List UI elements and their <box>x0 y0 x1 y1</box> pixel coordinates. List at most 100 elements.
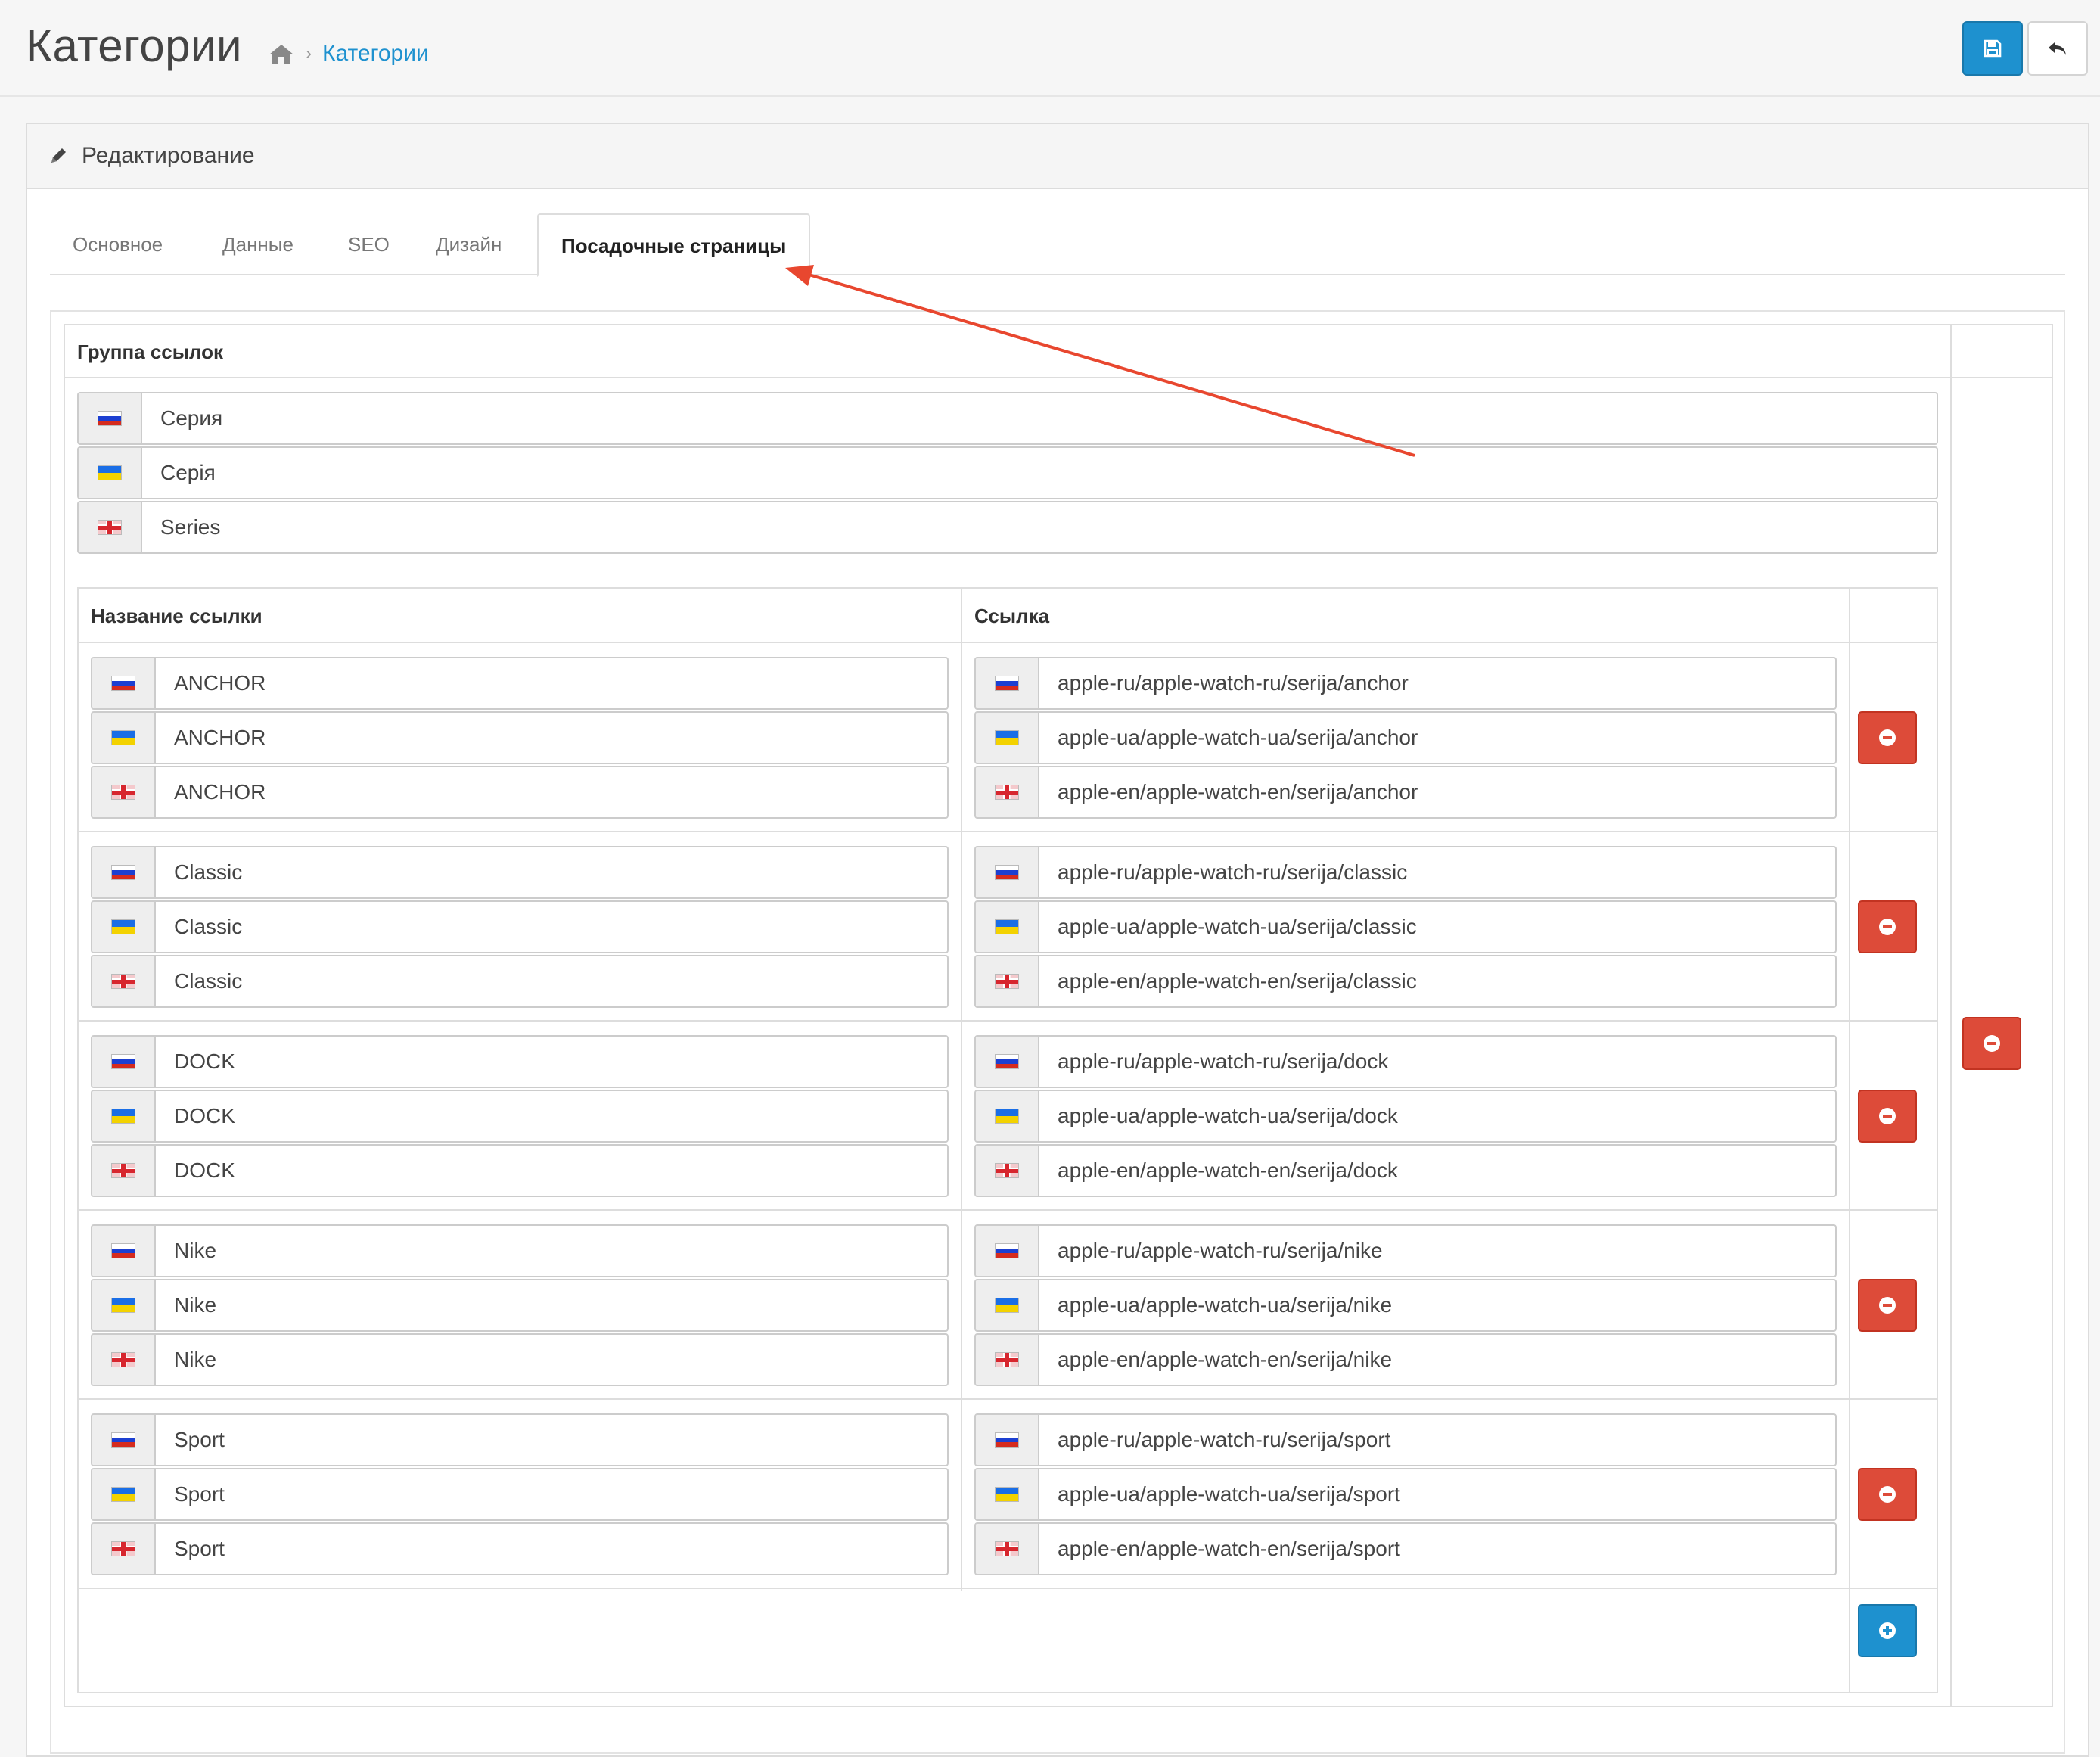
link-name-input-ru[interactable]: Nike <box>91 1224 949 1277</box>
link-name-input-ua[interactable]: DOCK <box>91 1090 949 1143</box>
link-name-input-en[interactable]: Nike <box>91 1333 949 1386</box>
remove-link-button[interactable] <box>1858 711 1917 764</box>
link-url-value: apple-en/apple-watch-en/serija/classic <box>1058 969 1417 993</box>
link-url-input-ru[interactable]: apple-ru/apple-watch-ru/serija/nike <box>974 1224 1837 1277</box>
link-name-input-ua[interactable]: ANCHOR <box>91 711 949 764</box>
breadcrumb-link-categories[interactable]: Категории <box>322 41 429 67</box>
home-icon[interactable] <box>268 42 295 65</box>
link-url-input-ru[interactable]: apple-ru/apple-watch-ru/serija/sport <box>974 1413 1837 1466</box>
flag-en-icon <box>98 520 122 535</box>
breadcrumb-separator: › <box>306 43 312 64</box>
link-name-input-ru[interactable]: Classic <box>91 846 949 899</box>
link-url-input-ru[interactable]: apple-ru/apple-watch-ru/serija/dock <box>974 1035 1837 1088</box>
back-button[interactable] <box>2027 21 2088 76</box>
group-name-ua[interactable]: Серія <box>77 446 1938 499</box>
link-name-input-ru[interactable]: DOCK <box>91 1035 949 1088</box>
tab-design[interactable]: Дизайн <box>413 213 524 275</box>
link-url-value: apple-ru/apple-watch-ru/serija/nike <box>1058 1239 1383 1262</box>
flag-ru-icon <box>995 865 1019 880</box>
flag-ua-icon <box>995 730 1019 745</box>
panel-title: Редактирование <box>82 143 255 168</box>
link-name-input-ua[interactable]: Sport <box>91 1468 949 1521</box>
link-name-input-ru[interactable]: ANCHOR <box>91 657 949 710</box>
link-url-input-ua[interactable]: apple-ua/apple-watch-ua/serija/nike <box>974 1279 1837 1332</box>
link-name-input-ua[interactable]: Classic <box>91 900 949 953</box>
tab-seo[interactable]: SEO <box>325 213 412 275</box>
flag-ua-icon <box>98 465 122 480</box>
link-name-input-en[interactable]: DOCK <box>91 1144 949 1197</box>
flag-ua-icon <box>995 919 1019 934</box>
group-name-value: Серія <box>160 461 216 484</box>
link-url-value: apple-ua/apple-watch-ua/serija/dock <box>1058 1104 1398 1127</box>
flag-ru-icon <box>98 411 122 426</box>
group-name-en[interactable]: Series <box>77 501 1938 554</box>
link-name-input-ru[interactable]: Sport <box>91 1413 949 1466</box>
save-button[interactable] <box>1962 21 2023 76</box>
edit-panel: Редактирование Основное Данные SEO Дизай… <box>26 123 2089 1757</box>
minus-circle-icon <box>1879 1486 1896 1503</box>
flag-ru-icon <box>111 1432 135 1448</box>
pencil-icon <box>51 148 66 163</box>
flag-ru-icon <box>995 1243 1019 1258</box>
flag-ua-icon <box>111 919 135 934</box>
remove-link-button[interactable] <box>1858 900 1917 953</box>
remove-link-button[interactable] <box>1858 1468 1917 1521</box>
flag-en-icon <box>995 1163 1019 1178</box>
flag-ua-icon <box>995 1487 1019 1502</box>
group-name-value: Серия <box>160 406 223 430</box>
link-name-input-en[interactable]: Classic <box>91 955 949 1008</box>
link-url-input-ru[interactable]: apple-ru/apple-watch-ru/serija/classic <box>974 846 1837 899</box>
link-url-input-en[interactable]: apple-en/apple-watch-en/serija/sport <box>974 1522 1837 1575</box>
link-url-input-ua[interactable]: apple-ua/apple-watch-ua/serija/anchor <box>974 711 1837 764</box>
link-url-input-en[interactable]: apple-en/apple-watch-en/serija/anchor <box>974 766 1837 819</box>
group-name-value: Series <box>160 515 221 539</box>
minus-circle-icon <box>1984 1035 2000 1052</box>
tab-data[interactable]: Данные <box>200 213 316 275</box>
group-name-ru[interactable]: Серия <box>77 392 1938 445</box>
link-name-input-en[interactable]: Sport <box>91 1522 949 1575</box>
tab-landing-pages[interactable]: Посадочные страницы <box>537 213 811 277</box>
tab-main[interactable]: Основное <box>50 213 185 275</box>
flag-ru-icon <box>111 1054 135 1069</box>
column-link-url: Ссылка <box>974 605 1050 627</box>
link-name-input-en[interactable]: ANCHOR <box>91 766 949 819</box>
panel-heading: Редактирование <box>27 124 2088 189</box>
link-url-input-ua[interactable]: apple-ua/apple-watch-ua/serija/sport <box>974 1468 1837 1521</box>
link-url-input-ru[interactable]: apple-ru/apple-watch-ru/serija/anchor <box>974 657 1837 710</box>
breadcrumb: › Категории <box>268 41 429 67</box>
link-name-input-ua[interactable]: Nike <box>91 1279 949 1332</box>
link-url-input-en[interactable]: apple-en/apple-watch-en/serija/dock <box>974 1144 1837 1197</box>
page-title: Категории <box>26 20 243 71</box>
landing-pages-content: Группа ссылок Серия Серія Series Названи… <box>50 310 2065 1754</box>
plus-circle-icon <box>1879 1622 1896 1639</box>
minus-circle-icon <box>1879 1108 1896 1124</box>
flag-en-icon <box>995 1541 1019 1556</box>
remove-group-button[interactable] <box>1962 1017 2021 1070</box>
flag-ru-icon <box>111 676 135 691</box>
reply-icon <box>2049 42 2066 55</box>
save-icon <box>1984 39 2002 58</box>
link-url-input-en[interactable]: apple-en/apple-watch-en/serija/classic <box>974 955 1837 1008</box>
minus-circle-icon <box>1879 919 1896 935</box>
column-link-name: Название ссылки <box>91 605 262 627</box>
links-table: Название ссылки Ссылка ANCHOR apple-ru/ap… <box>77 587 1938 1693</box>
flag-ru-icon <box>111 865 135 880</box>
flag-en-icon <box>111 1163 135 1178</box>
link-url-input-ua[interactable]: apple-ua/apple-watch-ua/serija/dock <box>974 1090 1837 1143</box>
link-name-value: DOCK <box>174 1050 235 1073</box>
flag-ua-icon <box>111 1298 135 1313</box>
flag-ru-icon <box>111 1243 135 1258</box>
link-name-value: DOCK <box>174 1104 235 1127</box>
link-url-input-en[interactable]: apple-en/apple-watch-en/serija/nike <box>974 1333 1837 1386</box>
flag-en-icon <box>995 1352 1019 1367</box>
link-url-input-ua[interactable]: apple-ua/apple-watch-ua/serija/classic <box>974 900 1837 953</box>
links-table-header: Название ссылки Ссылка <box>79 589 1937 643</box>
flag-en-icon <box>111 974 135 989</box>
remove-link-button[interactable] <box>1858 1090 1917 1143</box>
minus-circle-icon <box>1879 729 1896 746</box>
link-url-value: apple-ua/apple-watch-ua/serija/anchor <box>1058 726 1418 749</box>
remove-link-button[interactable] <box>1858 1279 1917 1332</box>
flag-ru-icon <box>995 1432 1019 1448</box>
add-link-button[interactable] <box>1858 1604 1917 1657</box>
flag-en-icon <box>111 1352 135 1367</box>
